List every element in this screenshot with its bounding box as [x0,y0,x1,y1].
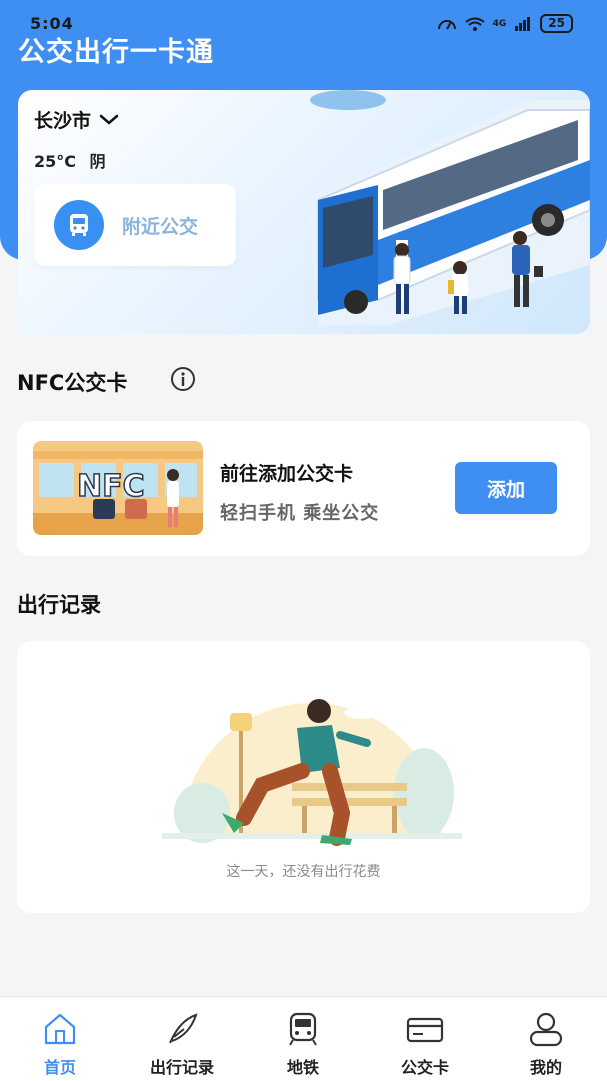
metro-icon [289,1012,317,1046]
nfc-card-title: 前往添加公交卡 [220,463,354,485]
bus-illustration [308,90,590,325]
tab-travel-records[interactable]: 出行记录 [127,997,237,1081]
temperature: 25°C [34,152,77,171]
tab-profile[interactable]: 我的 [491,997,601,1081]
location-weather-card: 长沙市 25°C 阴 附近公交 [18,90,590,334]
tab-bus-card-label: 公交卡 [400,1058,449,1077]
records-section-title: 出行记录 [17,593,101,617]
nfc-card-subtitle: 轻扫手机 乘坐公交 [220,503,380,524]
app-title: 公交出行一卡通 [18,37,214,68]
nearby-bus-label: 附近公交 [122,215,199,238]
city-selector[interactable]: 长沙市 [34,106,119,133]
add-card-button[interactable]: 添加 [455,462,557,514]
wifi-icon [465,17,485,31]
home-icon [44,1013,76,1045]
user-icon [529,1012,563,1047]
city-name: 长沙市 [34,110,92,132]
nfc-section-title: NFC公交卡 [17,371,128,395]
tab-bus-card[interactable]: 公交卡 [370,997,480,1081]
nfc-thumb-label: NFC [76,468,145,505]
bottom-tab-bar: 首页 出行记录 地铁 公交卡 我的 [0,996,607,1081]
tab-home[interactable]: 首页 [5,997,115,1081]
status-icons: 4G 25 [437,14,573,33]
network-label: 4G [492,18,507,29]
tab-metro-label: 地铁 [286,1058,319,1077]
tab-home-label: 首页 [43,1058,76,1077]
weather-info: 25°C 阴 [34,148,106,172]
empty-state-text: 这一天，还没有出行花费 [226,864,381,880]
empty-state-illustration [162,699,462,846]
battery-indicator: 25 [540,14,573,33]
card-icon [406,1017,444,1043]
bus-icon [54,200,104,250]
chevron-down-icon [99,114,119,125]
tab-metro[interactable]: 地铁 [248,997,358,1081]
signal-icon [515,16,531,31]
nfc-card: NFC 前往添加公交卡 轻扫手机 乘坐公交 添加 [17,421,590,556]
info-icon[interactable] [170,366,196,392]
nfc-thumbnail: NFC [33,441,203,535]
weather-condition: 阴 [89,152,106,171]
speed-icon [437,19,456,29]
travel-records-card: 这一天，还没有出行花费 [17,641,590,913]
tab-travel-records-label: 出行记录 [149,1058,214,1077]
tab-profile-label: 我的 [529,1058,562,1077]
nearby-bus-button[interactable]: 附近公交 [34,184,236,266]
feather-icon [169,1013,198,1044]
